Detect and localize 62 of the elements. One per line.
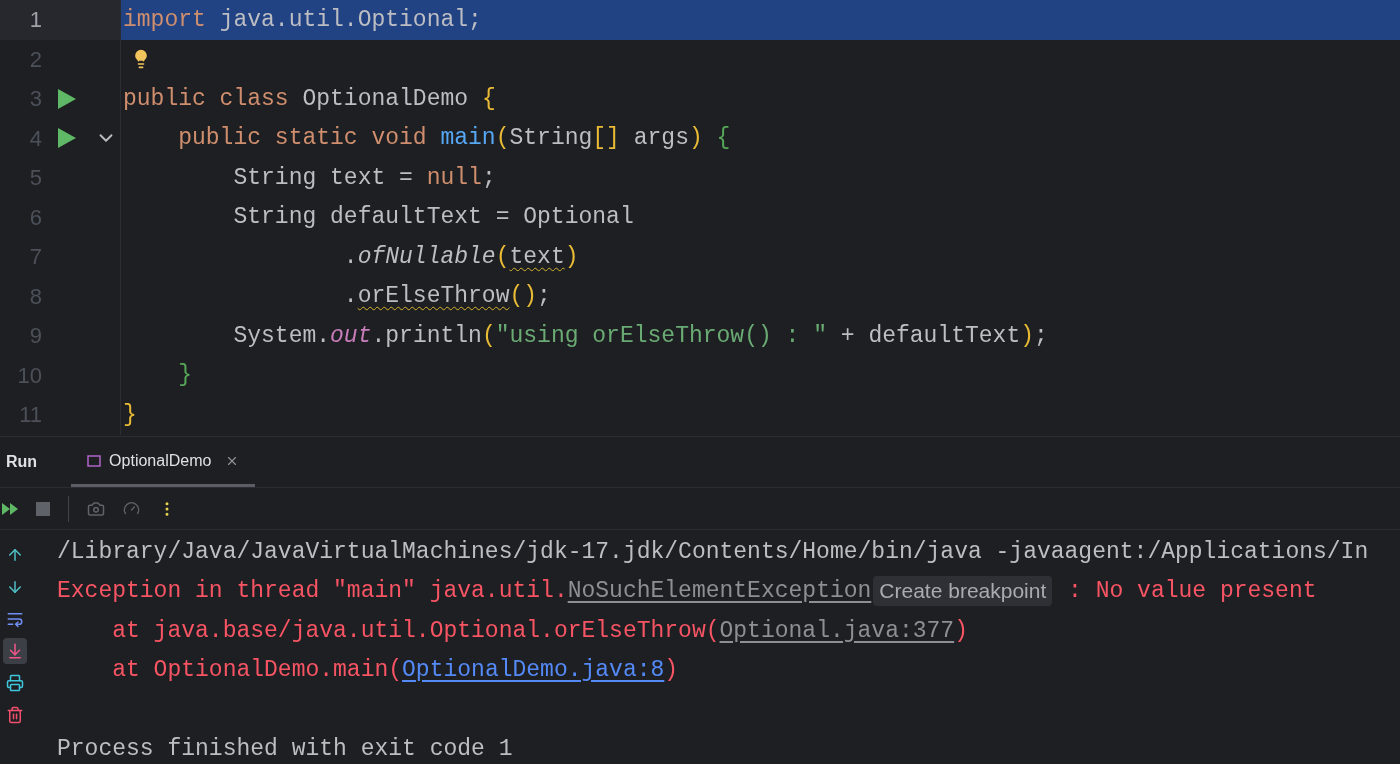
code-token: import <box>123 5 206 35</box>
code-token: . <box>342 242 358 272</box>
code-token: String defaultText = Optional <box>232 203 634 232</box>
code-token: ( <box>481 321 496 351</box>
console-text: at java.base/java.util.Optional.orElseThrow( <box>111 616 720 646</box>
code-token: "using orElseThrow() : " <box>495 321 827 351</box>
code-token: ; <box>1034 321 1048 351</box>
code-token: { <box>481 84 496 114</box>
soft-wrap-icon <box>6 610 24 628</box>
code-token: args <box>632 124 689 153</box>
scroll-to-end-button[interactable] <box>3 638 27 664</box>
code-token: [] <box>592 124 620 153</box>
rerun-icon[interactable] <box>2 502 18 515</box>
console-text: ) <box>664 656 679 685</box>
trash-icon <box>6 706 24 724</box>
code-token: public class <box>123 84 289 114</box>
code-token: orElseThrow <box>357 282 510 311</box>
scroll-to-end-icon <box>6 642 24 660</box>
code-token: ; <box>481 163 496 193</box>
print-icon <box>6 674 24 692</box>
stack-trace-link[interactable]: OptionalDemo.java:8 <box>402 653 665 688</box>
code-token: .println <box>371 321 482 351</box>
line-number: 1 <box>28 6 42 35</box>
console-text: Exception in thread "main" java.util. <box>57 577 568 606</box>
code-token: ( <box>495 124 510 153</box>
console-text: at OptionalDemo.main( <box>111 656 403 685</box>
console-text: ) <box>954 616 968 646</box>
panel-title: Run <box>6 452 38 472</box>
code-token: text <box>509 242 565 272</box>
code-token: { <box>715 124 731 153</box>
stack-trace-link[interactable]: NoSuchElementException <box>567 574 872 609</box>
code-token: . <box>342 282 358 311</box>
code-token: System. <box>232 321 331 351</box>
code-token: out <box>330 321 372 351</box>
console-text: : No value present <box>1067 577 1317 606</box>
code-token: OptionalDemo <box>301 84 470 114</box>
code-token: ) <box>688 124 703 153</box>
code-token: ( <box>495 242 510 272</box>
code-token: String <box>509 124 593 153</box>
stack-trace-link[interactable]: Optional.java:377 <box>719 613 955 648</box>
tab-label: OptionalDemo <box>109 450 212 471</box>
code-token: java.util.Optional; <box>218 5 482 35</box>
code-token: () <box>509 282 538 311</box>
code-token: ) <box>1020 321 1034 351</box>
console-text: /Library/Java/JavaVirtualMachines/jdk-17.jdk/Contents/Home/bin/java -javaagent:/Applications/In <box>57 537 1369 567</box>
down-arrow-icon <box>6 578 24 596</box>
code-token: main <box>440 124 496 153</box>
code-token: ) <box>564 242 579 272</box>
code-token: } <box>123 400 137 430</box>
code-token: public static void <box>177 124 428 153</box>
console-text: Process finished with exit code 1 <box>57 735 513 764</box>
code-token: + defaultText <box>839 321 1021 351</box>
create-breakpoint-button[interactable]: Create breakpoint <box>873 576 1053 607</box>
code-token: String text = <box>232 163 414 193</box>
run-tab[interactable]: OptionalDemo <box>71 437 256 487</box>
run-icon[interactable] <box>57 87 77 110</box>
run-icon[interactable] <box>57 127 77 150</box>
code-token: ; <box>537 282 551 311</box>
code-token: null <box>426 163 482 193</box>
code-token: ofNullable <box>357 242 496 272</box>
window-icon <box>87 454 102 467</box>
code-token: } <box>177 361 192 390</box>
